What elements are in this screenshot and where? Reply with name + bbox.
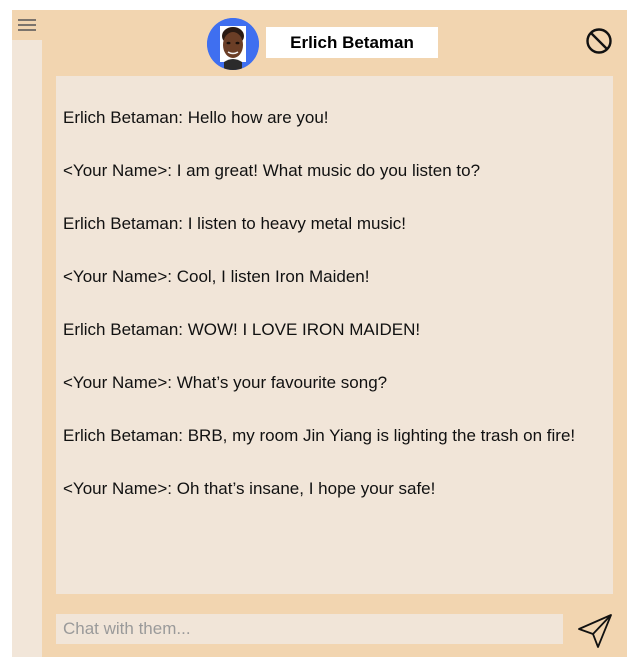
hamburger-menu-icon[interactable] bbox=[12, 10, 42, 40]
message: <Your Name>: Cool, I listen Iron Maiden! bbox=[63, 267, 370, 286]
message: Erlich Betaman: BRB, my room Jin Yiang i… bbox=[63, 426, 576, 445]
message: Erlich Betaman: I listen to heavy metal … bbox=[63, 214, 406, 233]
message: Erlich Betaman: Hello how are you! bbox=[63, 108, 329, 127]
avatar[interactable] bbox=[207, 18, 259, 70]
contact-name: Erlich Betaman bbox=[266, 27, 438, 58]
message: <Your Name>: What’s your favourite song? bbox=[63, 373, 388, 392]
block-icon[interactable] bbox=[585, 27, 613, 55]
message-list: Erlich Betaman: Hello how are you! <Your… bbox=[56, 76, 613, 594]
message: <Your Name>: I am great! What music do y… bbox=[63, 161, 481, 180]
send-icon[interactable] bbox=[576, 613, 614, 649]
chat-window: Erlich Betaman Erlich Betaman: Hello how… bbox=[42, 10, 627, 657]
sidebar bbox=[12, 10, 42, 657]
message-input[interactable] bbox=[56, 614, 563, 644]
message: <Your Name>: Oh that’s insane, I hope yo… bbox=[63, 479, 436, 498]
message: Erlich Betaman: WOW! I LOVE IRON MAIDEN! bbox=[63, 320, 421, 339]
